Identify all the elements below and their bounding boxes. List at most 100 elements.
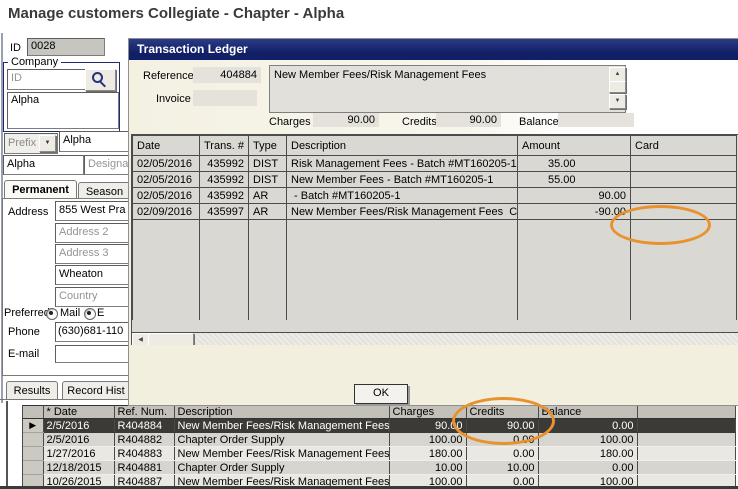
ledger-grid-header-row: DateTrans. #TypeDescriptionAmountCard	[133, 136, 737, 156]
tab-baseline	[0, 399, 129, 400]
results-cell-ref: R404882	[114, 433, 174, 447]
ledger-cell-card	[631, 172, 737, 188]
country-field[interactable]: Country	[55, 287, 132, 307]
ledger-cell-card	[631, 156, 737, 172]
window-left-border-lower	[6, 401, 8, 489]
prefix-name-field[interactable]: Alpha	[59, 131, 134, 152]
results-cell-date: 12/18/2015	[43, 461, 114, 475]
results-row[interactable]: 2/5/2016R404882Chapter Order Supply100.0…	[23, 433, 735, 447]
results-cell-charges: 180.00	[389, 447, 466, 461]
ledger-grid-column-header[interactable]: Date	[133, 136, 200, 156]
results-column-header[interactable]: Ref. Num.	[114, 406, 174, 419]
company-groupbox-legend: Company	[8, 56, 61, 68]
city-field[interactable]: Wheaton	[55, 265, 132, 285]
description-box[interactable]: New Member Fees/Risk Management Fees ▲ ▼	[269, 65, 626, 113]
scroll-up-icon[interactable]: ▲	[609, 67, 626, 82]
ledger-cell-type: AR	[249, 204, 287, 220]
results-column-header[interactable]	[637, 406, 735, 419]
results-cell-extra	[637, 419, 735, 433]
prefix-value: Prefix	[8, 137, 40, 149]
invoice-label: Invoice	[156, 93, 191, 105]
customer-id-label: ID	[10, 42, 21, 54]
annotation-circle-ledger-amount	[610, 205, 711, 245]
dialog-footer	[129, 345, 738, 405]
ledger-grid-row[interactable]: 02/05/2016435992DISTNew Member Fees - Ba…	[133, 172, 737, 188]
description-scrollbar[interactable]: ▲ ▼	[609, 67, 624, 109]
ok-button[interactable]: OK	[354, 384, 408, 404]
ledger-cell-card	[631, 188, 737, 204]
prefix-combobox[interactable]: Prefix ▼	[4, 133, 58, 154]
chevron-down-icon[interactable]: ▼	[39, 135, 56, 152]
ledger-cell-amount: 55.00	[518, 172, 631, 188]
ledger-cell-trans: 435997	[200, 204, 249, 220]
balance-label: Balance	[519, 116, 559, 128]
ledger-cell-date: 02/05/2016	[133, 156, 200, 172]
tab-record-history[interactable]: Record Hist	[62, 381, 130, 400]
designation-field[interactable]: Designat	[84, 155, 134, 175]
results-cell-credits: 10.00	[466, 461, 538, 475]
ledger-grid-row[interactable]: 02/05/2016435992AR - Batch #MT160205-190…	[133, 188, 737, 204]
ledger-grid-column-header[interactable]: Amount	[518, 136, 631, 156]
results-cell-date: 2/5/2016	[43, 419, 114, 433]
ledger-cell-amount: 35.00	[518, 156, 631, 172]
ledger-cell-desc: Risk Management Fees - Batch #MT160205-1	[287, 156, 518, 172]
customer-id-field[interactable]: 0028	[27, 38, 105, 56]
description-text: New Member Fees/Risk Management Fees	[274, 69, 594, 81]
ledger-cell-trans: 435992	[200, 188, 249, 204]
results-cell-ref: R404883	[114, 447, 174, 461]
company-name-box[interactable]: Alpha	[7, 92, 119, 129]
invoice-field	[193, 90, 257, 106]
results-column-header[interactable]: * Date	[43, 406, 114, 419]
ledger-grid-column-header[interactable]: Description	[287, 136, 518, 156]
ledger-cell-desc: New Member Fees - Batch #MT160205-1	[287, 172, 518, 188]
row-selector-cell[interactable]	[23, 433, 43, 447]
ledger-grid-hscrollbar[interactable]: ◀	[132, 332, 738, 346]
ledger-grid-column-header[interactable]: Trans. #	[200, 136, 249, 156]
ledger-grid-row[interactable]: 02/05/2016435992DISTRisk Management Fees…	[133, 156, 737, 172]
ledger-grid-column-header[interactable]: Type	[249, 136, 287, 156]
results-column-header[interactable]	[23, 406, 43, 419]
scrollbar-thumb[interactable]	[609, 81, 626, 93]
address-line2-field[interactable]: Address 2	[55, 223, 132, 243]
ledger-grid-column-header[interactable]: Card	[631, 136, 737, 156]
tab-results[interactable]: Results	[6, 381, 58, 400]
ledger-cell-date: 02/05/2016	[133, 188, 200, 204]
results-row[interactable]: 12/18/2015R404881Chapter Order Supply10.…	[23, 461, 735, 475]
balance-field	[558, 113, 634, 127]
results-cell-credits: 0.00	[466, 447, 538, 461]
dialog-titlebar[interactable]: Transaction Ledger	[129, 39, 738, 60]
charges-label: Charges	[269, 116, 311, 128]
preferred-mail-radio[interactable]	[46, 308, 58, 320]
row-selector-cell[interactable]	[23, 461, 43, 475]
credits-label: Credits	[402, 116, 437, 128]
email-field[interactable]	[55, 345, 129, 363]
results-row[interactable]: 1/27/2016R404883New Member Fees/Risk Man…	[23, 447, 735, 461]
preferred-email-radio[interactable]	[84, 308, 96, 320]
company-search-button[interactable]	[85, 69, 116, 91]
results-cell-ref: R404884	[114, 419, 174, 433]
row-selector-cell[interactable]	[23, 447, 43, 461]
results-column-header[interactable]: Description	[174, 406, 389, 419]
annotation-circle-credits	[452, 397, 555, 445]
results-cell-desc: Chapter Order Supply	[174, 461, 389, 475]
results-row[interactable]: ▶2/5/2016R404884New Member Fees/Risk Man…	[23, 419, 735, 433]
company-id-input[interactable]: ID	[7, 69, 86, 90]
ledger-cell-type: AR	[249, 188, 287, 204]
charges-field: 90.00	[313, 113, 379, 127]
tab-permanent[interactable]: Permanent	[4, 180, 77, 200]
row-selector-arrow-icon[interactable]: ▶	[23, 419, 43, 433]
scroll-down-icon[interactable]: ▼	[609, 94, 626, 109]
address-line3-field[interactable]: Address 3	[55, 244, 132, 264]
ledger-cell-desc: - Batch #MT160205-1	[287, 188, 518, 204]
reference-field: 404884	[193, 67, 261, 83]
results-cell-extra	[637, 461, 735, 475]
phone-field[interactable]: (630)681-110	[55, 322, 131, 342]
results-cell-desc: New Member Fees/Risk Management Fees	[174, 447, 389, 461]
preferred-label: Preferred	[4, 307, 50, 319]
window-title: Manage customers Collegiate - Chapter - …	[8, 5, 344, 22]
results-header-row: * DateRef. Num.DescriptionChargesCredits…	[23, 406, 735, 419]
customer-name-field[interactable]: Alpha	[3, 155, 84, 175]
ledger-cell-date: 02/09/2016	[133, 204, 200, 220]
credits-field: 90.00	[436, 113, 501, 127]
address-line1-field[interactable]: 855 West Pra	[55, 201, 132, 221]
